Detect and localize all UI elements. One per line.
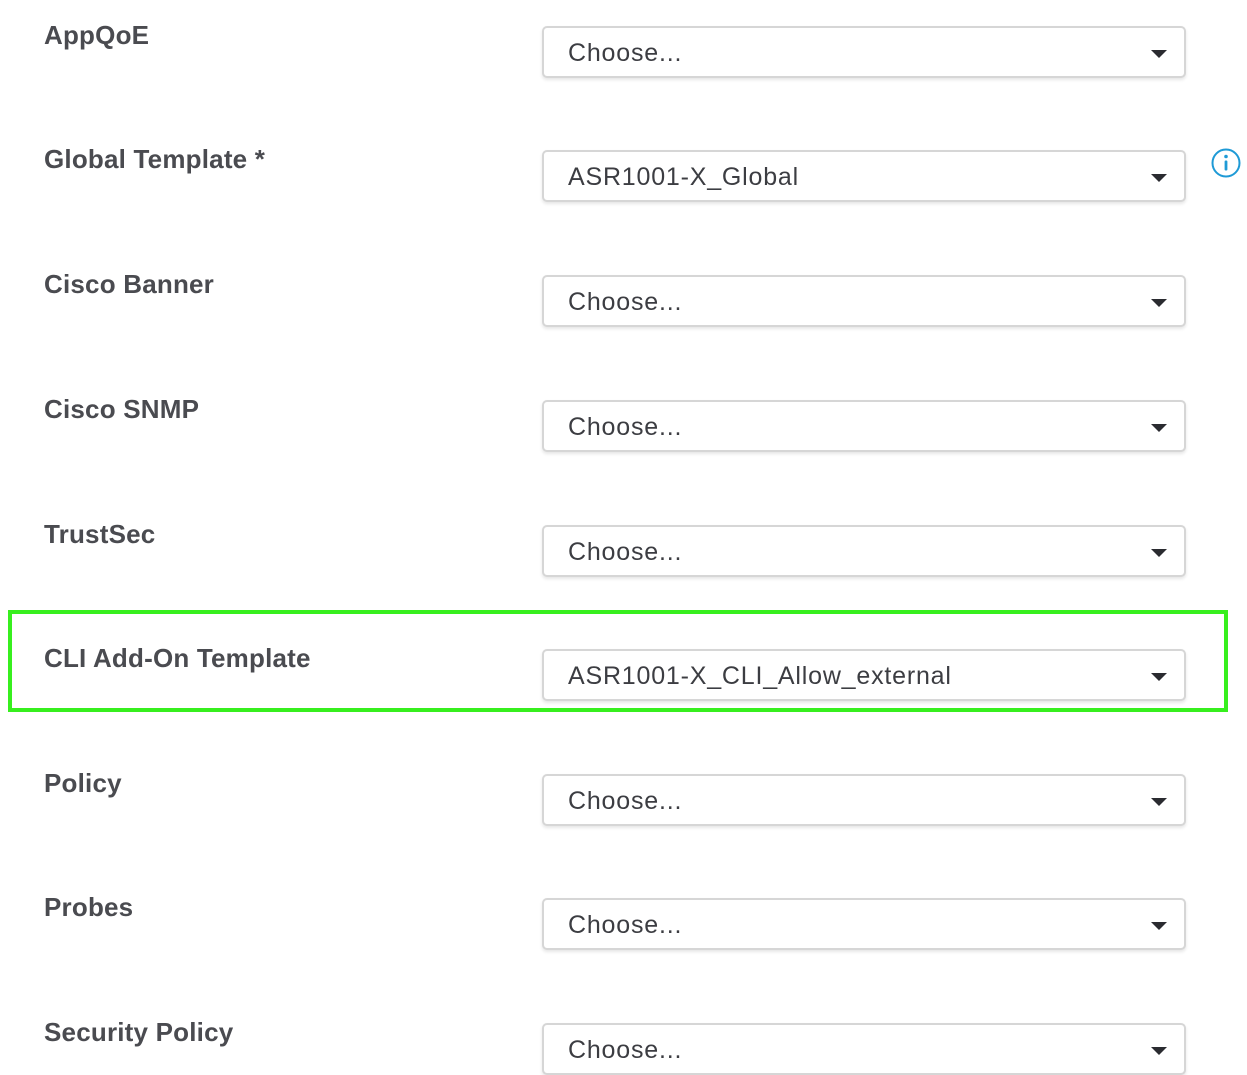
select-value: ASR1001-X_CLI_Allow_external <box>568 662 952 690</box>
probes-select[interactable]: Choose... <box>542 898 1186 950</box>
chevron-down-icon <box>1151 922 1167 930</box>
field-row-cisco-snmp: Cisco SNMP Choose... <box>0 390 1247 452</box>
field-label: TrustSec <box>44 519 156 549</box>
info-icon[interactable] <box>1210 147 1242 179</box>
cisco-snmp-select[interactable]: Choose... <box>542 400 1186 452</box>
select-value: Choose... <box>568 413 683 441</box>
field-row-appqoe: AppQoE Choose... <box>0 16 1247 78</box>
field-row-policy: Policy Choose... <box>0 764 1247 826</box>
field-label: Policy <box>44 768 122 798</box>
field-label: AppQoE <box>44 20 150 50</box>
appqoe-select[interactable]: Choose... <box>542 26 1186 78</box>
select-value: Choose... <box>568 1036 683 1064</box>
field-label: Cisco SNMP <box>44 394 200 424</box>
select-value: Choose... <box>568 538 683 566</box>
select-value: Choose... <box>568 911 683 939</box>
field-row-global-template: Global Template * ASR1001-X_Global <box>0 140 1247 202</box>
chevron-down-icon <box>1151 1047 1167 1055</box>
chevron-down-icon <box>1151 299 1167 307</box>
select-value: Choose... <box>568 39 683 67</box>
field-label: Global Template * <box>44 144 266 174</box>
chevron-down-icon <box>1151 174 1167 182</box>
security-policy-select[interactable]: Choose... <box>542 1023 1186 1075</box>
global-template-select[interactable]: ASR1001-X_Global <box>542 150 1186 202</box>
field-row-cisco-banner: Cisco Banner Choose... <box>0 265 1247 327</box>
cisco-banner-select[interactable]: Choose... <box>542 275 1186 327</box>
info-icon-graphic <box>1211 148 1241 178</box>
select-value: Choose... <box>568 787 683 815</box>
field-label: CLI Add-On Template <box>44 643 311 673</box>
field-row-trustsec: TrustSec Choose... <box>0 515 1247 577</box>
field-row-security-policy: Security Policy Choose... <box>0 1013 1247 1075</box>
field-row-probes: Probes Choose... <box>0 888 1247 950</box>
field-label: Security Policy <box>44 1017 234 1047</box>
chevron-down-icon <box>1151 549 1167 557</box>
cli-add-on-template-select[interactable]: ASR1001-X_CLI_Allow_external <box>542 649 1186 701</box>
select-value: Choose... <box>568 288 683 316</box>
policy-select[interactable]: Choose... <box>542 774 1186 826</box>
chevron-down-icon <box>1151 424 1167 432</box>
chevron-down-icon <box>1151 798 1167 806</box>
field-label: Probes <box>44 892 134 922</box>
field-label: Cisco Banner <box>44 269 215 299</box>
trustsec-select[interactable]: Choose... <box>542 525 1186 577</box>
chevron-down-icon <box>1151 673 1167 681</box>
chevron-down-icon <box>1151 50 1167 58</box>
select-value: ASR1001-X_Global <box>568 163 799 191</box>
field-row-cli-add-on-template: CLI Add-On Template ASR1001-X_CLI_Allow_… <box>0 639 1247 701</box>
